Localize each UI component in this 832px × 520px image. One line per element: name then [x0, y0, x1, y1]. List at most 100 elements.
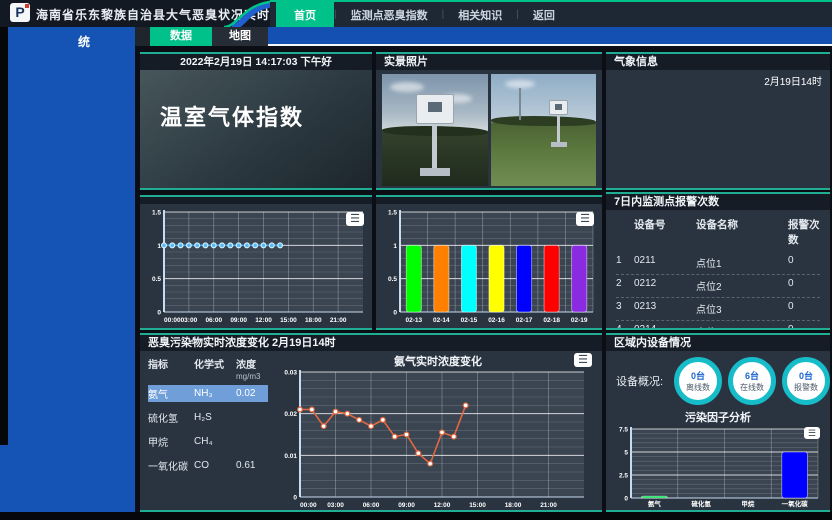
- odor-row-nh3[interactable]: 氨气 NH₃ 0.02: [148, 385, 268, 402]
- odor-body: 指标 化学式 浓度 mg/m3 氨气 NH₃ 0.02 硫化氢 H₂S: [140, 351, 602, 510]
- alarm-table-header: 设备号 设备名称 报警次数: [616, 214, 820, 252]
- svg-text:18:00: 18:00: [505, 502, 522, 509]
- gas-index-line-chart: 00:0003:0006:0009:0012:0015:0018:0021:00…: [144, 207, 368, 325]
- daily-index-chart-panel: ☰ 02-13 02-14 02-15 02-16 02-17 02-18 02-19 0 0.…: [376, 195, 602, 330]
- gas-index-chart-header: [140, 197, 372, 204]
- svg-text:氨气: 氨气: [648, 499, 662, 508]
- svg-text:7.5: 7.5: [619, 427, 628, 434]
- svg-text:1.5: 1.5: [388, 210, 397, 217]
- chart-menu-icon[interactable]: ☰: [346, 212, 364, 226]
- weather-timestamp: 2月19日14时: [764, 77, 822, 88]
- chart-menu-icon[interactable]: ☰: [804, 427, 820, 439]
- gas-index-chart-wrap: ☰ 00:0003:0006:0009:0012:0015:0018:0021:…: [140, 204, 372, 330]
- devices-panel-title: 区域内设备情况: [606, 335, 830, 351]
- swoosh-decoration: [218, 0, 276, 27]
- svg-text:硫化氢: 硫化氢: [691, 499, 711, 508]
- svg-text:2.5: 2.5: [619, 473, 628, 480]
- svg-text:12:00: 12:00: [434, 502, 451, 509]
- svg-text:00:00: 00:00: [300, 502, 317, 509]
- nav-item-knowledge[interactable]: 相关知识: [444, 3, 516, 27]
- app-title-wrapped-tail: 统: [78, 33, 91, 50]
- chart-menu-icon[interactable]: ☰: [574, 353, 592, 367]
- alarm-panel-title: 7日内监测点报警次数: [606, 194, 830, 210]
- svg-text:0.01: 0.01: [284, 453, 297, 460]
- svg-text:甲烷: 甲烷: [741, 499, 755, 508]
- svg-text:0: 0: [293, 495, 297, 502]
- svg-text:03:00: 03:00: [327, 502, 344, 509]
- table-row: 20212点位20: [616, 275, 820, 298]
- devices-panel: 区域内设备情况 设备概况: 0台 离线数 6台 在线数 0台 报警数 污染因子分…: [606, 333, 830, 512]
- svg-text:12:00: 12:00: [255, 317, 272, 324]
- svg-text:0: 0: [157, 310, 161, 317]
- top-bar: P 海南省乐东黎族自治县大气恶臭状况实时发布系 首页 | 监测点恶臭指数 | 相…: [0, 0, 832, 27]
- svg-text:06:00: 06:00: [205, 317, 222, 324]
- tab-data[interactable]: 数据: [150, 27, 212, 46]
- offline-count-badge: 0台 离线数: [674, 357, 722, 405]
- nav-item-odor-index[interactable]: 监测点恶臭指数: [337, 3, 442, 27]
- daily-index-chart-wrap: ☰ 02-13 02-14 02-15 02-16 02-17 02-18 02-19 0 0.…: [376, 204, 602, 330]
- svg-text:02-19: 02-19: [571, 317, 588, 324]
- weather-body: 2月19日14时: [606, 70, 830, 190]
- svg-text:0.5: 0.5: [152, 276, 161, 283]
- svg-text:0: 0: [624, 496, 628, 503]
- svg-text:15:00: 15:00: [280, 317, 297, 324]
- dashboard-root: P 海南省乐东黎族自治县大气恶臭状况实时发布系 首页 | 监测点恶臭指数 | 相…: [0, 0, 832, 520]
- device-stat-circles: 0台 离线数 6台 在线数 0台 报警数: [674, 357, 830, 405]
- main-nav: 首页 | 监测点恶臭指数 | 相关知识 | 返回: [276, 2, 569, 27]
- col-alarm-count: 报警次数: [788, 217, 820, 247]
- svg-text:03:00: 03:00: [181, 317, 198, 324]
- device-overview: 设备概况: 0台 离线数 6台 在线数 0台 报警数: [606, 351, 830, 407]
- svg-text:02-14: 02-14: [433, 317, 450, 324]
- tab-map[interactable]: 地图: [212, 27, 268, 46]
- greeting-body: 温室气体指数: [140, 70, 372, 190]
- sidebar: 统: [8, 27, 135, 512]
- pollution-bar-chart: 氨气 硫化氢 甲烷 一氧化碳 0 2.5 5 7.5: [611, 425, 823, 509]
- svg-text:09:00: 09:00: [230, 317, 247, 324]
- site-photo-left: [382, 74, 488, 186]
- svg-text:02-16: 02-16: [488, 317, 505, 324]
- photo-gallery: [376, 70, 602, 190]
- table-row: 40214点位10: [616, 321, 820, 330]
- device-overview-label: 设备概况:: [616, 373, 674, 389]
- table-row: 10211点位10: [616, 252, 820, 275]
- svg-text:一氧化碳: 一氧化碳: [782, 499, 809, 508]
- pollution-chart-wrap: ☰ 氨气 硫化氢 甲烷 一氧化碳 0 2.5 5 7.5: [606, 423, 830, 512]
- odor-table: 指标 化学式 浓度 mg/m3 氨气 NH₃ 0.02 硫化氢 H₂S: [140, 351, 274, 510]
- header-blue-strip: [268, 27, 832, 44]
- daily-index-bar-chart: 02-13 02-14 02-15 02-16 02-17 02-18 02-19 0 0.5 1…: [380, 207, 598, 325]
- nav-item-back[interactable]: 返回: [519, 3, 569, 27]
- alarm-table: 设备号 设备名称 报警次数 10211点位10 20212点位20 30213点…: [606, 210, 830, 330]
- svg-text:0.5: 0.5: [388, 276, 397, 283]
- svg-text:02-15: 02-15: [461, 317, 478, 324]
- svg-text:21:00: 21:00: [330, 317, 347, 324]
- svg-text:00:00: 00:00: [164, 317, 181, 324]
- svg-text:1: 1: [393, 243, 397, 250]
- pollution-chart-title: 污染因子分析: [606, 409, 830, 423]
- nav-item-home[interactable]: 首页: [276, 2, 334, 28]
- col-device-id: 设备号: [634, 217, 696, 247]
- odor-table-header: 指标 化学式 浓度: [148, 356, 268, 370]
- photos-panel-title: 实景照片: [376, 54, 602, 70]
- odor-row-ch4[interactable]: 甲烷 CH₄: [148, 433, 268, 450]
- gas-index-chart-panel: ☰ 00:0003:0006:0009:0012:0015:0018:0021:…: [140, 195, 372, 330]
- svg-text:02-18: 02-18: [543, 317, 560, 324]
- page-title: 温室气体指数: [160, 100, 304, 132]
- concentration-unit: mg/m3: [236, 372, 268, 381]
- greeting-panel: 2022年2月19日 14:17:03 下午好 温室气体指数: [140, 52, 372, 190]
- svg-text:0: 0: [393, 310, 397, 317]
- svg-text:09:00: 09:00: [398, 502, 415, 509]
- svg-text:21:00: 21:00: [540, 502, 557, 509]
- svg-text:02-13: 02-13: [405, 317, 422, 324]
- alarm-table-panel: 7日内监测点报警次数 设备号 设备名称 报警次数 10211点位10 20212…: [606, 192, 830, 330]
- svg-text:02-17: 02-17: [516, 317, 533, 324]
- ammonia-chart-title: 氨气实时浓度变化: [274, 353, 602, 368]
- svg-text:15:00: 15:00: [469, 502, 486, 509]
- odor-row-h2s[interactable]: 硫化氢 H₂S: [148, 409, 268, 426]
- odor-panel: 恶臭污染物实时浓度变化 2月19日14时 指标 化学式 浓度 mg/m3 氨气 …: [140, 333, 602, 512]
- svg-text:0.03: 0.03: [284, 370, 297, 377]
- odor-row-co[interactable]: 一氧化碳 CO 0.61: [148, 457, 268, 474]
- chart-menu-icon[interactable]: ☰: [576, 212, 594, 226]
- current-datetime: 2022年2月19日 14:17:03 下午好: [140, 54, 372, 70]
- svg-text:1: 1: [157, 243, 161, 250]
- svg-text:5: 5: [624, 450, 628, 457]
